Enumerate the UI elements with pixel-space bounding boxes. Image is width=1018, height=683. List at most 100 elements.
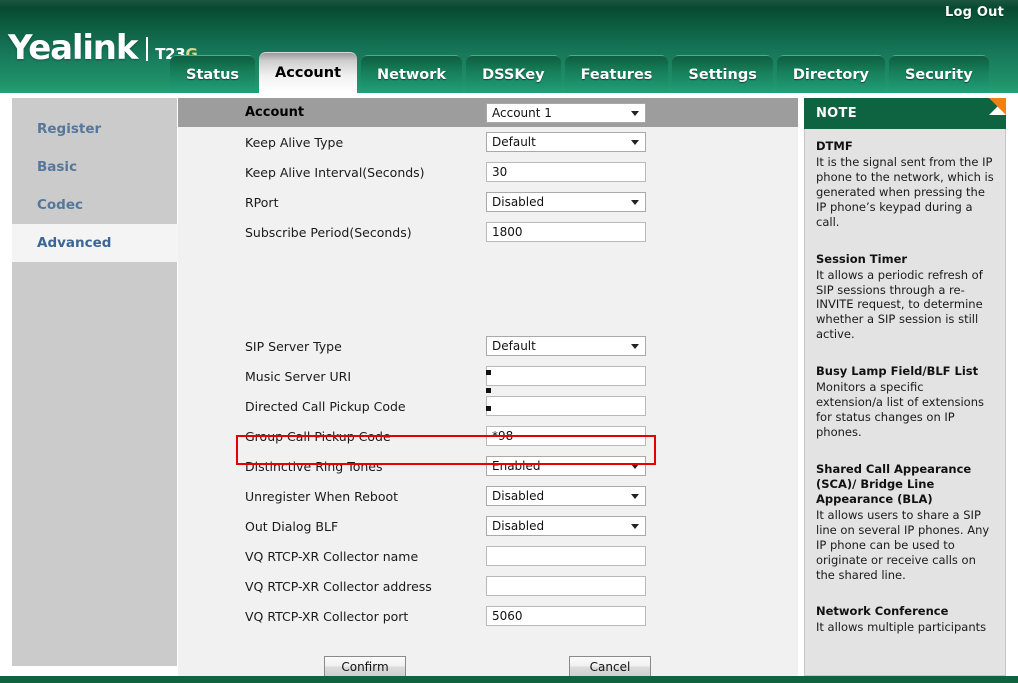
chevron-down-icon [631, 464, 639, 469]
body-area: Register Basic Codec Advanced Account Accoun… [0, 93, 1018, 677]
control-wrap: Disabled [486, 486, 646, 506]
input-vq-rtcp-xr-collector-address[interactable] [486, 576, 646, 596]
select-account[interactable]: Account 1 [486, 102, 646, 123]
input-group-call-pickup-code[interactable]: *98 [486, 426, 646, 446]
select-value: Enabled [492, 459, 541, 473]
select-keep-alive-type[interactable]: Default [486, 132, 646, 152]
form-row-vq-rtcp-xr-collector-address: VQ RTCP-XR Collector address [178, 571, 798, 601]
label-vq-rtcp-xr-collector-name: VQ RTCP-XR Collector name [245, 548, 419, 564]
tab-settings[interactable]: Settings [672, 55, 773, 93]
input-subscribe-period-seconds[interactable]: 1800 [486, 222, 646, 242]
ellipsis-dot [486, 370, 491, 375]
label-rport: RPort [245, 194, 279, 210]
ellipsis-spacer [178, 247, 798, 331]
note-text-network-conference: It allows multiple participants [816, 620, 987, 635]
note-text-busy-lamp-field-blf-list: Monitors a specific extension/a list of … [816, 380, 984, 439]
input-keep-alive-interval-seconds[interactable]: 30 [486, 162, 646, 182]
chevron-down-icon [631, 494, 639, 499]
label-subscribe-period-seconds: Subscribe Period(Seconds) [245, 224, 412, 240]
tab-features[interactable]: Features [564, 55, 669, 93]
select-distinctive-ring-tones[interactable]: Enabled [486, 456, 646, 476]
control-wrap: *98 [486, 426, 646, 446]
note-fold-corner-icon [989, 98, 1006, 115]
label-unregister-when-reboot: Unregister When Reboot [245, 488, 399, 504]
note-title-shared-call-appearance-sca-b: Shared Call Appearance (SCA)/ Bridge Lin… [816, 461, 972, 506]
label-keep-alive-interval-seconds: Keep Alive Interval(Seconds) [245, 164, 425, 180]
tab-dsskey[interactable]: DSSKey [466, 55, 561, 93]
brand-divider [146, 37, 149, 61]
chevron-down-icon [631, 140, 639, 145]
label-music-server-uri: Music Server URI [245, 368, 352, 384]
brand-name: Yealink [8, 28, 138, 68]
control-wrap: 5060 [486, 606, 646, 626]
chevron-down-icon [631, 344, 639, 349]
tab-account[interactable]: Account [259, 52, 357, 93]
control-wrap: Disabled [486, 516, 646, 536]
header-sheen [0, 0, 1018, 8]
chevron-down-icon [631, 200, 639, 205]
form-rows: Account Account 1 Keep Alive Type Default Ke… [178, 98, 798, 631]
omitted-rows-ellipsis-icon [486, 370, 491, 411]
form-row-subscribe-period-seconds: Subscribe Period(Seconds) 1800 [178, 217, 798, 247]
control-wrap: Disabled [486, 192, 646, 212]
sidebar-item-register[interactable]: Register [12, 110, 177, 148]
label-directed-call-pickup-code: Directed Call Pickup Code [245, 398, 406, 414]
input-vq-rtcp-xr-collector-port[interactable]: 5060 [486, 606, 646, 626]
form-row-keep-alive-type: Keep Alive Type Default [178, 127, 798, 157]
control-wrap [486, 576, 646, 596]
label-account: Account [245, 105, 305, 120]
note-title-busy-lamp-field-blf-list: Busy Lamp Field/BLF List [816, 364, 979, 379]
sidebar-item-basic[interactable]: Basic [12, 148, 177, 186]
note-title-dtmf: DTMF [816, 139, 853, 153]
label-sip-server-type: SIP Server Type [245, 338, 342, 354]
note-title-network-conference: Network Conference [816, 604, 949, 619]
select-out-dialog-blf[interactable]: Disabled [486, 516, 646, 536]
select-value: Default [492, 339, 536, 353]
form-row-sip-server-type: SIP Server Type Default [178, 331, 798, 361]
form-row-vq-rtcp-xr-collector-name: VQ RTCP-XR Collector name [178, 541, 798, 571]
tab-security[interactable]: Security [888, 55, 989, 93]
tab-directory[interactable]: Directory [776, 55, 885, 93]
control-wrap [486, 366, 646, 386]
label-out-dialog-blf: Out Dialog BLF [245, 518, 339, 534]
tab-status[interactable]: Status [170, 55, 256, 93]
note-text-dtmf: It is the signal sent from the IP phone … [816, 154, 994, 229]
confirm-button[interactable]: Confirm [324, 656, 406, 677]
select-value: Account 1 [492, 105, 552, 120]
account-advanced-form: Account Account 1 Keep Alive Type Default Ke… [178, 98, 798, 677]
logout-link[interactable]: Log Out [945, 5, 1004, 20]
select-sip-server-type[interactable]: Default [486, 336, 646, 356]
cancel-button[interactable]: Cancel [569, 656, 651, 677]
sidebar-item-advanced[interactable]: Advanced [12, 224, 190, 262]
form-row-rport: RPort Disabled [178, 187, 798, 217]
control-wrap [486, 396, 646, 416]
control-wrap: Default [486, 336, 646, 356]
control-wrap: 1800 [486, 222, 646, 242]
label-distinctive-ring-tones: Distinctive Ring Tones [245, 458, 383, 474]
sidebar-nav: Register Basic Codec Advanced [12, 98, 190, 666]
note-title-session-timer: Session Timer [816, 251, 908, 266]
form-row-keep-alive-interval-seconds: Keep Alive Interval(Seconds) 30 [178, 157, 798, 187]
page-header: Log Out Yealink T23G Status Account Networ… [0, 0, 1018, 93]
ellipsis-dot [486, 388, 491, 393]
control-wrap: Account 1 [486, 102, 646, 123]
input-vq-rtcp-xr-collector-name[interactable] [486, 546, 646, 566]
form-row-group-call-pickup-code: Group Call Pickup Code *98 [178, 421, 798, 451]
main-nav-tabs: Status Account Network DSSKey Features Settin… [170, 52, 989, 93]
label-vq-rtcp-xr-collector-port: VQ RTCP-XR Collector port [245, 608, 409, 624]
select-unregister-when-reboot[interactable]: Disabled [486, 486, 646, 506]
form-row-vq-rtcp-xr-collector-port: VQ RTCP-XR Collector port 5060 [178, 601, 798, 631]
select-rport[interactable]: Disabled [486, 192, 646, 212]
note-text-shared-call-appearance-sca-b: It allows users to share a SIP line on s… [816, 507, 990, 582]
input-directed-call-pickup-code[interactable] [486, 396, 646, 416]
sidebar-item-codec[interactable]: Codec [12, 186, 177, 224]
tab-network[interactable]: Network [361, 55, 463, 93]
select-value: Disabled [492, 489, 545, 503]
page-footer [0, 676, 1018, 683]
note-panel-title: NOTE [816, 106, 857, 121]
label-vq-rtcp-xr-collector-address: VQ RTCP-XR Collector address [245, 578, 432, 594]
select-value: Default [492, 135, 536, 149]
form-row-out-dialog-blf: Out Dialog BLF Disabled [178, 511, 798, 541]
note-text-session-timer: It allows a periodic refresh of SIP sess… [816, 267, 983, 342]
input-music-server-uri[interactable] [486, 366, 646, 386]
